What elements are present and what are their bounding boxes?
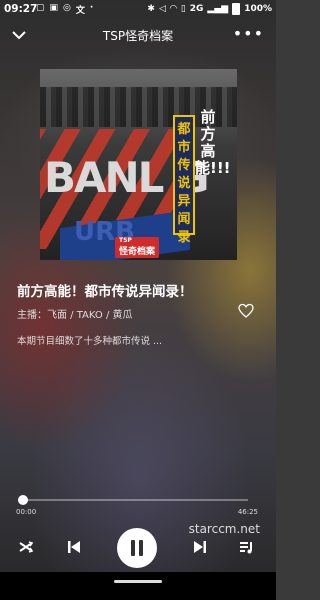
playlist-icon[interactable]: [238, 539, 254, 555]
cover-logo: TSP 怪奇档案: [115, 237, 160, 258]
image-icon: ▣: [49, 3, 59, 13]
mute-icon: ◁: [158, 4, 166, 14]
total-time: 46:25: [237, 508, 258, 516]
status-bar: 09:27 ▢ ▣ ◎ 文 · ✱ ◁ ◠ ▯ 2G ▂▄▆ 100%: [0, 0, 276, 18]
episode-hosts: 主播：飞面 / TAKO / 黄瓜: [17, 310, 133, 321]
shuffle-icon[interactable]: [18, 539, 34, 555]
progress-bar[interactable]: [18, 495, 248, 505]
wifi-icon: ◠: [169, 4, 177, 14]
sim-icon: ▯: [180, 4, 186, 14]
pause-icon-bar: [139, 540, 143, 556]
album-cover: BANL G URB 都市传说异闻录 前方高能!!! TSP 怪奇档案: [40, 69, 237, 260]
previous-icon[interactable]: [66, 539, 82, 555]
episode-title: 前方高能！都市传说异闻录！: [17, 284, 193, 300]
progress-knob[interactable]: [18, 495, 28, 505]
home-indicator[interactable]: [114, 580, 162, 583]
notification-icon: ▢: [36, 3, 45, 13]
notification-icons: ▢ ▣ ◎ 文 ·: [36, 3, 93, 16]
battery-level: 100%: [244, 4, 272, 14]
translate-icon: 文: [75, 6, 85, 16]
status-time: 09:27: [4, 3, 38, 15]
next-icon[interactable]: [192, 539, 208, 555]
pause-button[interactable]: [117, 528, 157, 568]
pause-icon: [131, 540, 135, 556]
more-notifications-icon: ·: [89, 3, 94, 13]
current-time: 00:00: [16, 508, 37, 516]
watermark: starccm.net: [188, 522, 260, 536]
cover-logo-main: 怪奇档案: [119, 247, 156, 257]
heart-icon[interactable]: [238, 303, 254, 319]
cover-logo-top: TSP: [119, 237, 132, 244]
episode-description[interactable]: 本期节目细数了十多种都市传说 ...: [17, 333, 162, 347]
snapchat-icon: ◎: [63, 3, 71, 13]
network-label: 2G: [189, 4, 204, 14]
signal-icon: ▂▄▆: [207, 4, 229, 14]
navigation-bar: [0, 572, 276, 600]
more-options-icon[interactable]: •••: [233, 24, 264, 43]
status-right: ✱ ◁ ◠ ▯ 2G ▂▄▆ 100%: [147, 3, 272, 15]
top-bar: TSP怪奇档案 •••: [0, 22, 276, 48]
battery-icon: [232, 3, 241, 15]
bluetooth-icon: ✱: [147, 4, 155, 14]
cover-vertical-label: 都市传说异闻录: [173, 115, 195, 245]
cover-side-text: 前方高能!!!: [195, 108, 231, 177]
